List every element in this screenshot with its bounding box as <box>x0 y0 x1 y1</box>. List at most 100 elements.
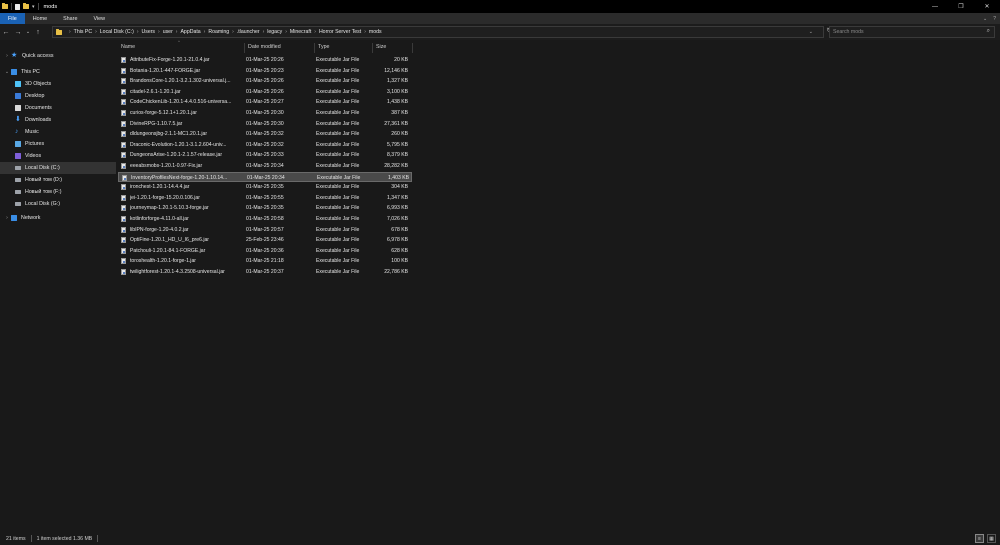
file-row[interactable]: twilightforest-1.20.1-4.3.2508-universal… <box>118 267 412 278</box>
chevron-right-icon[interactable]: › <box>314 29 316 35</box>
nav-item-this-pc[interactable]: ⌄ This PC <box>0 66 116 78</box>
tab-file[interactable]: File <box>0 13 25 24</box>
chevron-right-icon[interactable]: › <box>204 29 206 35</box>
maximize-button[interactable]: ❐ <box>948 0 974 13</box>
file-row[interactable]: libIPN-forge-1.20-4.0.2.jar 01-Mar-25 20:… <box>118 225 412 236</box>
file-row[interactable]: AttributeFix-Forge-1.20.1-21.0.4.jar 01-M… <box>118 55 412 66</box>
breadcrumb-mods[interactable]: mods <box>369 29 382 35</box>
disk-icon <box>15 190 21 194</box>
chevron-right-icon[interactable]: › <box>263 29 265 35</box>
chevron-right-icon[interactable]: › <box>158 29 160 35</box>
details-view-button[interactable]: ≡ <box>975 534 984 543</box>
tab-share[interactable]: Share <box>55 13 85 24</box>
column-divider[interactable] <box>314 43 315 53</box>
nav-item-3d-objects[interactable]: 3D Objects <box>0 78 116 90</box>
breadcrumb-user[interactable]: user <box>163 29 173 35</box>
close-button[interactable]: ✕ <box>974 0 1000 13</box>
file-row[interactable]: journeymap-1.20.1-5.10.3-forge.jar 01-Mar… <box>118 203 412 214</box>
jar-file-icon <box>121 131 126 138</box>
file-row[interactable]: DungeonsArise-1.20.1-2.1.57-release.jar 0… <box>118 150 412 161</box>
column-header-type[interactable]: Type <box>318 44 329 50</box>
column-header-size[interactable]: Size <box>376 44 386 50</box>
up-arrow-icon[interactable]: ↑ <box>32 29 44 36</box>
chevron-right-icon[interactable]: › <box>176 29 178 35</box>
address-dropdown-icon[interactable]: ⌄ <box>809 29 813 35</box>
file-row[interactable]: toroshealth-1.20.1-forge-1.jar 01-Mar-25 … <box>118 256 412 267</box>
file-row[interactable]: ironchest-1.20.1-14.4.4.jar 01-Mar-25 20:… <box>118 182 412 193</box>
back-arrow-icon[interactable]: ← <box>0 29 12 36</box>
file-name: InventoryProfilesNext-forge-1.20-1.10.14… <box>131 174 228 181</box>
jar-file-icon <box>121 268 126 275</box>
chevron-right-icon[interactable]: › <box>137 29 139 35</box>
help-icon[interactable]: ? <box>993 16 996 22</box>
file-row[interactable]: Draconic-Evolution-1.20.1-3.1.2.604-univ… <box>118 140 412 151</box>
nav-item-desktop[interactable]: Desktop <box>0 90 116 102</box>
file-row[interactable]: Botania-1.20.1-447-FORGE.jar 01-Mar-25 20… <box>118 66 412 77</box>
nav-item-documents[interactable]: Documents <box>0 102 116 114</box>
file-row[interactable]: CodeChickenLib-1.20.1-4.4.0.516-universa… <box>118 97 412 108</box>
nav-item-drive-f[interactable]: Новый том (F:) <box>0 186 116 198</box>
nav-item-music[interactable]: ♪ Music <box>0 126 116 138</box>
chevron-right-icon[interactable]: › <box>364 29 366 35</box>
nav-item-local-disk-g[interactable]: Local Disk (G:) <box>0 198 116 210</box>
file-row[interactable]: kotlinforforge-4.11.0-all.jar 01-Mar-25 2… <box>118 214 412 225</box>
new-folder-icon[interactable] <box>23 3 29 9</box>
music-icon: ♪ <box>15 128 19 135</box>
nav-item-local-disk-c[interactable]: Local Disk (C:) <box>0 162 116 174</box>
chevron-down-icon[interactable]: ▾ <box>32 4 35 10</box>
recent-locations-icon[interactable]: ⌄ <box>24 29 32 35</box>
breadcrumb-roaming[interactable]: Roaming <box>208 29 229 35</box>
breadcrumb-users[interactable]: Users <box>141 29 155 35</box>
file-row[interactable]: Patchouli-1.20.1-84.1-FORGE.jar 01-Mar-25… <box>118 246 412 257</box>
file-row[interactable]: BrandonsCore-1.20.1-3.2.1.302-universal.… <box>118 76 412 87</box>
file-size: 6,978 KB <box>387 237 408 244</box>
nav-item-label: Новый том (F:) <box>25 189 62 195</box>
forward-arrow-icon[interactable]: → <box>12 29 24 36</box>
address-bar[interactable]: › This PC › Local Disk (C:) › Users › us… <box>52 26 832 38</box>
tab-view[interactable]: View <box>85 13 113 24</box>
breadcrumb-tlauncher[interactable]: .tlauncher <box>237 29 260 35</box>
nav-item-pictures[interactable]: Pictures <box>0 138 116 150</box>
file-row[interactable]: curios-forge-5.12.1+1.20.1.jar 01-Mar-25 … <box>118 108 412 119</box>
nav-item-downloads[interactable]: ⬇ Downloads <box>0 114 116 126</box>
large-icons-view-button[interactable]: ▦ <box>987 534 996 543</box>
breadcrumb-legacy[interactable]: legacy <box>267 29 282 35</box>
column-header-date[interactable]: Date modified <box>248 44 281 50</box>
nav-item-network[interactable]: › Network <box>0 212 116 224</box>
nav-item-label: Downloads <box>25 117 52 123</box>
chevron-right-icon[interactable]: › <box>95 29 97 35</box>
search-icon[interactable]: ⌕ <box>987 28 990 35</box>
chevron-right-icon[interactable]: › <box>69 29 71 35</box>
breadcrumb-local-disk-c[interactable]: Local Disk (C:) <box>100 29 134 35</box>
properties-icon[interactable] <box>15 3 20 10</box>
file-name: eeeabsmobs-1.20.1-0.97-Fix.jar <box>130 162 203 169</box>
minimize-button[interactable]: — <box>922 0 948 13</box>
breadcrumb-horror-server-test[interactable]: Horror Server Test <box>319 29 361 35</box>
column-divider[interactable] <box>372 43 373 53</box>
chevron-down-icon[interactable]: ⌄ <box>3 69 11 75</box>
column-header-name[interactable]: Name <box>121 44 135 50</box>
chevron-right-icon[interactable]: › <box>3 215 11 221</box>
search-input[interactable]: Search mods ⌕ <box>829 26 995 38</box>
breadcrumb-minecraft[interactable]: Minecraft <box>290 29 311 35</box>
file-row[interactable]: OptiFine-1.20.1_HD_U_I6_pre6.jar 25-Feb-2… <box>118 235 412 246</box>
breadcrumb-this-pc[interactable]: This PC <box>74 29 92 35</box>
nav-item-drive-d[interactable]: Новый том (D:) <box>0 174 116 186</box>
column-divider[interactable] <box>244 43 245 53</box>
chevron-right-icon[interactable]: › <box>285 29 287 35</box>
file-row[interactable]: dldungeonsjbg-2.1.1-MC1.20.1.jar 01-Mar-2… <box>118 129 412 140</box>
expand-ribbon-icon[interactable]: ⌄ <box>983 16 987 22</box>
breadcrumb-appdata[interactable]: AppData <box>180 29 200 35</box>
column-divider[interactable] <box>412 43 413 53</box>
nav-item-videos[interactable]: Videos <box>0 150 116 162</box>
file-date-modified: 01-Mar-25 20:32 <box>246 131 284 138</box>
file-row[interactable]: jei-1.20.1-forge-15.20.0.106.jar 01-Mar-2… <box>118 193 412 204</box>
file-row[interactable]: DivineRPG-1.10.7.5.jar 01-Mar-25 20:30 Exe… <box>118 119 412 130</box>
tab-home[interactable]: Home <box>25 13 55 24</box>
chevron-right-icon[interactable]: › <box>3 53 11 59</box>
file-row[interactable]: citadel-2.6.1-1.20.1.jar 01-Mar-25 20:26 E… <box>118 87 412 98</box>
file-row[interactable]: eeeabsmobs-1.20.1-0.97-Fix.jar 01-Mar-25 … <box>118 161 412 172</box>
nav-item-quick-access[interactable]: › ★ Quick access <box>0 50 116 62</box>
file-row[interactable]: InventoryProfilesNext-forge-1.20-1.10.14… <box>118 171 412 183</box>
chevron-right-icon[interactable]: › <box>232 29 234 35</box>
